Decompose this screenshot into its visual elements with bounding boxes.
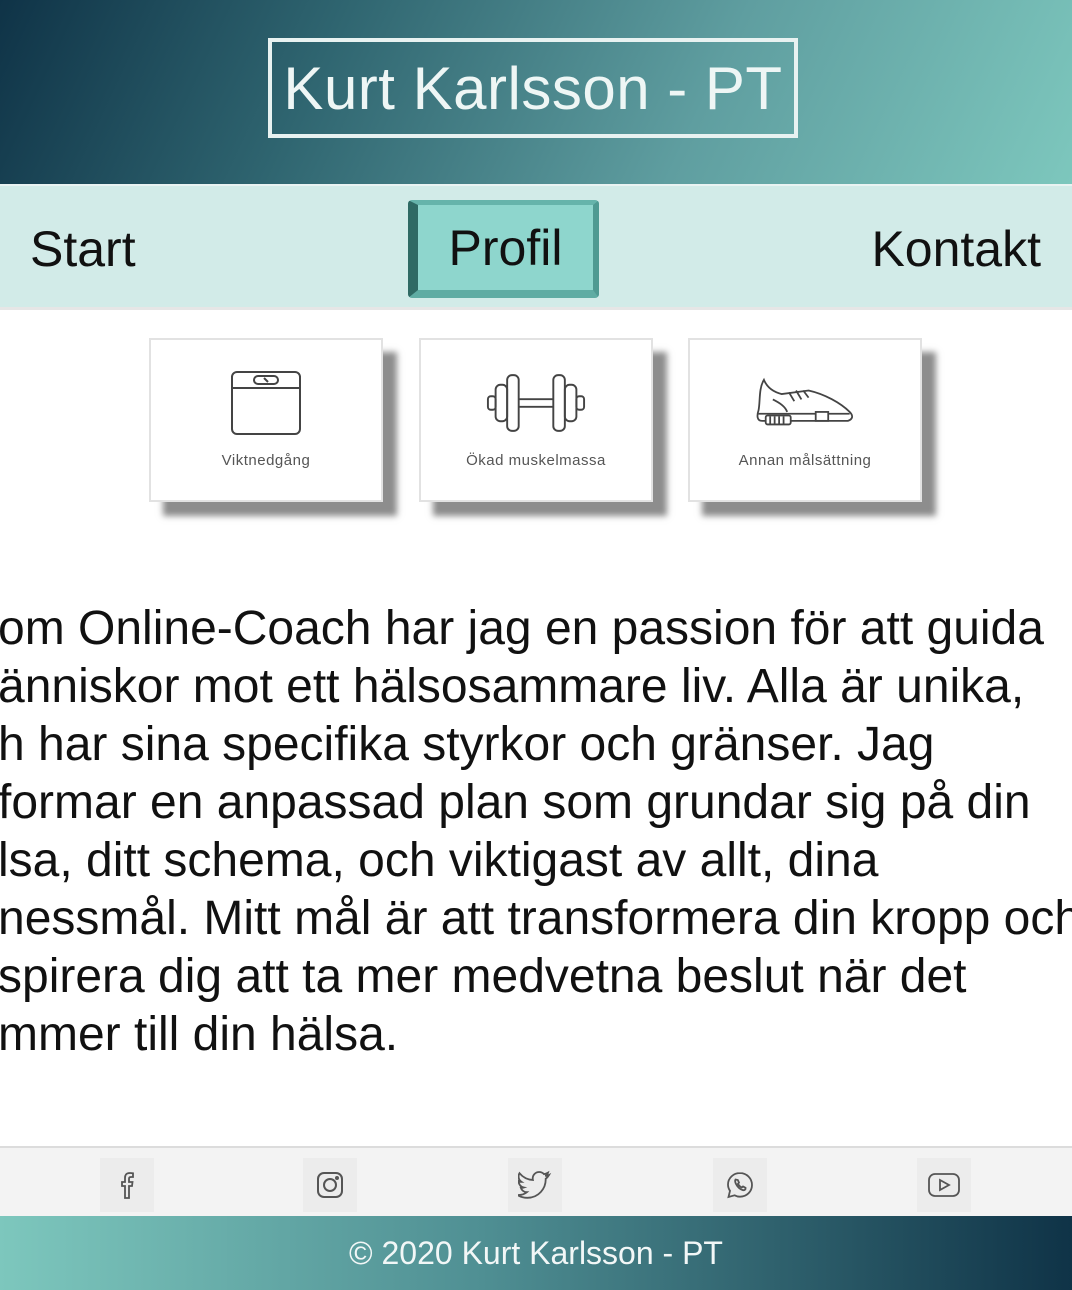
- instagram-link[interactable]: [303, 1158, 357, 1212]
- card-okad-muskelmassa[interactable]: Ökad muskelmassa: [419, 338, 653, 502]
- paragraph-line: h har sina specifika styrkor och gränser…: [0, 718, 935, 771]
- card-label: Viktnedgång: [221, 452, 311, 469]
- youtube-link[interactable]: [917, 1158, 971, 1212]
- card-viktnedgang[interactable]: Viktnedgång: [149, 338, 383, 502]
- social-bar: [0, 1146, 1072, 1218]
- whatsapp-link[interactable]: [713, 1158, 767, 1212]
- facebook-icon: [121, 1172, 134, 1199]
- whatsapp-icon: [727, 1172, 753, 1199]
- card-label: Annan målsättning: [738, 452, 872, 469]
- youtube-icon: [928, 1173, 960, 1197]
- nav-kontakt-link[interactable]: Kontakt: [871, 220, 1041, 278]
- paragraph-line: spirera dig att ta mer medvetna beslut n…: [0, 950, 967, 1003]
- card-annan-malsattning[interactable]: Annan målsättning: [688, 338, 922, 502]
- main-nav: Start Profil Kontakt: [0, 184, 1072, 310]
- facebook-link[interactable]: [100, 1158, 154, 1212]
- dumbbell-icon: [486, 368, 586, 438]
- instagram-icon: [317, 1172, 343, 1198]
- site-title: Kurt Karlsson - PT: [283, 54, 783, 122]
- profile-paragraph: om Online-Coach har jag en passion för a…: [0, 600, 1072, 1064]
- paragraph-line: mmer till din hälsa.: [0, 1008, 399, 1061]
- nav-profil-label: Profil: [448, 219, 563, 276]
- paragraph-line: om Online-Coach har jag en passion för a…: [0, 602, 1044, 655]
- site-title-box: Kurt Karlsson - PT: [268, 38, 798, 138]
- paragraph-line: formar en anpassad plan som grundar sig …: [0, 776, 1031, 829]
- nav-divider: [0, 307, 1072, 310]
- scale-icon: [216, 368, 316, 438]
- site-header: Kurt Karlsson - PT: [0, 0, 1072, 184]
- copyright-text: © 2020 Kurt Karlsson - PT: [349, 1234, 723, 1271]
- sneaker-icon: [755, 368, 855, 438]
- paragraph-line: änniskor mot ett hälsosammare liv. Alla …: [0, 660, 1025, 713]
- paragraph-line: nessmål. Mitt mål är att transformera di…: [0, 892, 1072, 945]
- twitter-icon: [518, 1170, 552, 1199]
- nav-start-link[interactable]: Start: [30, 220, 136, 278]
- nav-profil-link[interactable]: Profil: [408, 200, 599, 298]
- twitter-link[interactable]: [508, 1158, 562, 1212]
- card-label: Ökad muskelmassa: [466, 452, 606, 469]
- paragraph-line: lsa, ditt schema, och viktigast av allt,…: [0, 834, 879, 887]
- site-footer: © 2020 Kurt Karlsson - PT: [0, 1216, 1072, 1290]
